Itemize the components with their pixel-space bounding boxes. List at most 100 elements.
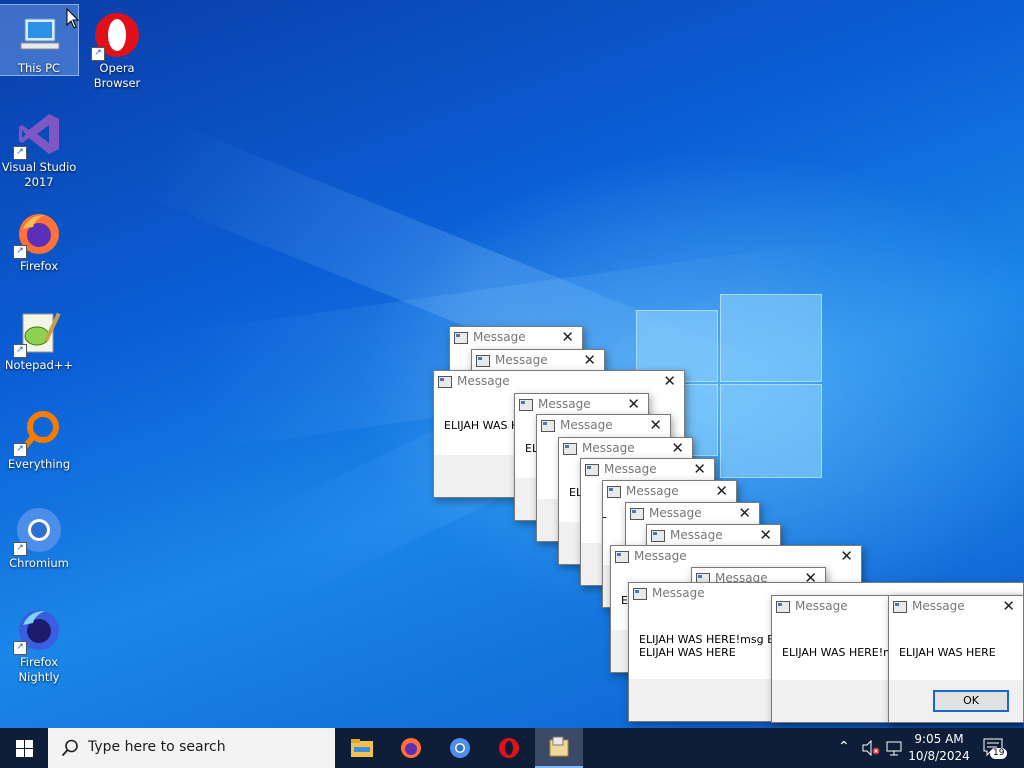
window-app-icon xyxy=(519,399,533,411)
volume-muted-icon[interactable] xyxy=(862,740,880,756)
close-icon[interactable]: ✕ xyxy=(759,526,772,544)
desktop-icon-everything[interactable]: ↗ Everything xyxy=(0,401,78,472)
clock-date: 10/8/2024 xyxy=(908,749,970,763)
window-app-icon xyxy=(563,443,577,455)
dialog-titlebar[interactable]: Message ✕ xyxy=(537,415,670,437)
desktop-icon-firefox-nightly[interactable]: ↗ Firefox Nightly xyxy=(0,599,78,685)
taskbar: Type here to search ⌃ 9:05 AM 10/8/2024 … xyxy=(0,728,1024,768)
opera-icon: ↗ xyxy=(91,11,141,61)
message-app-icon xyxy=(549,736,569,757)
dialog-title: Message xyxy=(495,353,548,367)
dialog-titlebar[interactable]: Message ✕ xyxy=(581,459,714,481)
desktop-icon-notepad-plus-plus[interactable]: ↗ Notepad++ xyxy=(0,302,78,373)
close-icon[interactable]: ✕ xyxy=(840,547,853,565)
message-text: ELIJAH WAS HERE!msg ELI xyxy=(639,633,784,646)
window-app-icon xyxy=(615,551,629,563)
taskbar-app-firefox[interactable] xyxy=(387,728,435,768)
chromium-icon: ↗ xyxy=(13,506,63,556)
desktop-icon-firefox[interactable]: ↗ Firefox xyxy=(0,203,78,274)
close-icon[interactable]: ✕ xyxy=(561,328,574,346)
opera-icon xyxy=(499,738,519,758)
everything-search-icon: ↗ xyxy=(13,407,63,457)
dialog-titlebar[interactable]: Message ✕ xyxy=(647,525,780,547)
dialog-title: Message xyxy=(538,397,591,411)
desktop-icon-label: Visual Studio 2017 xyxy=(1,160,77,189)
desktop-icon-label: Chromium xyxy=(9,556,69,570)
shortcut-arrow-icon: ↗ xyxy=(13,146,27,160)
taskbar-app-chromium[interactable] xyxy=(436,728,484,768)
dialog-title: Message xyxy=(604,462,657,476)
notepad-plus-plus-icon: ↗ xyxy=(13,308,63,358)
window-app-icon xyxy=(454,332,468,344)
close-icon[interactable]: ✕ xyxy=(663,372,676,390)
network-icon[interactable] xyxy=(886,740,904,756)
desktop-icon-visual-studio[interactable]: ↗ Visual Studio 2017 xyxy=(0,104,78,190)
window-app-icon xyxy=(541,420,555,432)
desktop-icon-label: Firefox xyxy=(19,259,59,273)
window-app-icon xyxy=(630,508,644,520)
dialog-titlebar[interactable]: Message ✕ xyxy=(434,371,684,393)
show-hidden-icons-chevron-icon[interactable]: ⌃ xyxy=(838,739,850,755)
desktop-icon-label: This PC xyxy=(17,61,61,75)
close-icon[interactable]: ✕ xyxy=(1002,597,1015,615)
dialog-title: Message xyxy=(634,549,687,563)
close-icon[interactable]: ✕ xyxy=(649,416,662,434)
clock-time: 9:05 AM xyxy=(914,732,964,746)
close-icon[interactable]: ✕ xyxy=(671,439,684,457)
desktop-icon-label: Everything xyxy=(7,457,71,471)
close-icon[interactable]: ✕ xyxy=(627,395,640,413)
taskbar-app-file-explorer[interactable] xyxy=(338,728,386,768)
close-icon[interactable]: ✕ xyxy=(583,351,596,369)
dialog-title: Message xyxy=(649,506,702,520)
dialog-title: Message xyxy=(626,484,679,498)
message-text: ELIJAH WAS HERE xyxy=(899,646,996,659)
window-app-icon xyxy=(438,376,452,388)
shortcut-arrow-icon: ↗ xyxy=(13,344,27,358)
visual-studio-icon: ↗ xyxy=(13,110,63,160)
dialog-title: Message xyxy=(457,374,510,388)
windows-start-icon xyxy=(16,740,33,757)
ok-button[interactable]: OK xyxy=(933,690,1009,712)
mouse-cursor-icon xyxy=(66,8,80,29)
dialog-title: Message xyxy=(560,418,613,432)
dialog-titlebar[interactable]: Message ✕ xyxy=(559,438,692,460)
taskbar-app-message[interactable] xyxy=(535,728,583,768)
firefox-nightly-icon: ↗ xyxy=(13,605,63,655)
dialog-title: Message xyxy=(652,586,705,600)
message-text: E xyxy=(621,594,628,607)
dialog-titlebar[interactable]: Message ✕ xyxy=(515,394,648,416)
desktop: This PC ↗ Opera Browser ↗ Visual Studio … xyxy=(0,0,1024,728)
message-text: ELIJAH WAS HERE!ms xyxy=(782,646,900,659)
shortcut-arrow-icon: ↗ xyxy=(13,542,27,556)
message-text: EL xyxy=(603,508,606,521)
dialog-titlebar[interactable]: Message ✕ xyxy=(889,596,1023,618)
dialog-title: Message xyxy=(912,599,965,613)
dialog-title: Message xyxy=(473,330,526,344)
close-icon[interactable]: ✕ xyxy=(738,504,751,522)
window-app-icon xyxy=(633,588,647,600)
desktop-icon-opera[interactable]: ↗ Opera Browser xyxy=(78,5,156,91)
dialog-titlebar[interactable]: Message ✕ xyxy=(450,327,582,349)
shortcut-arrow-icon: ↗ xyxy=(13,641,27,655)
dialog-titlebar[interactable]: Message ✕ xyxy=(626,503,759,525)
taskbar-clock[interactable]: 9:05 AM 10/8/2024 xyxy=(904,731,974,765)
taskbar-app-opera[interactable] xyxy=(485,728,533,768)
message-text: ELIJAH WAS H xyxy=(444,419,520,432)
notification-center-button[interactable]: 19 xyxy=(980,736,1008,760)
desktop-icon-label: Notepad++ xyxy=(4,358,74,372)
shortcut-arrow-icon: ↗ xyxy=(91,47,105,61)
firefox-icon xyxy=(401,738,421,758)
dialog-titlebar[interactable]: Message ✕ xyxy=(603,481,736,503)
message-dialog-front[interactable]: Message ✕ ELIJAH WAS HERE OK xyxy=(888,595,1024,723)
shortcut-arrow-icon: ↗ xyxy=(13,443,27,457)
taskbar-search-box[interactable]: Type here to search xyxy=(48,728,335,768)
desktop-icon-chromium[interactable]: ↗ Chromium xyxy=(0,500,78,571)
window-app-icon xyxy=(476,355,490,367)
close-icon[interactable]: ✕ xyxy=(693,460,706,478)
start-button[interactable] xyxy=(0,728,48,768)
dialog-titlebar[interactable]: Message ✕ xyxy=(611,546,861,568)
close-icon[interactable]: ✕ xyxy=(715,482,728,500)
firefox-icon: ↗ xyxy=(13,209,63,259)
dialog-titlebar[interactable]: Message ✕ xyxy=(472,350,604,372)
window-app-icon xyxy=(893,601,907,613)
